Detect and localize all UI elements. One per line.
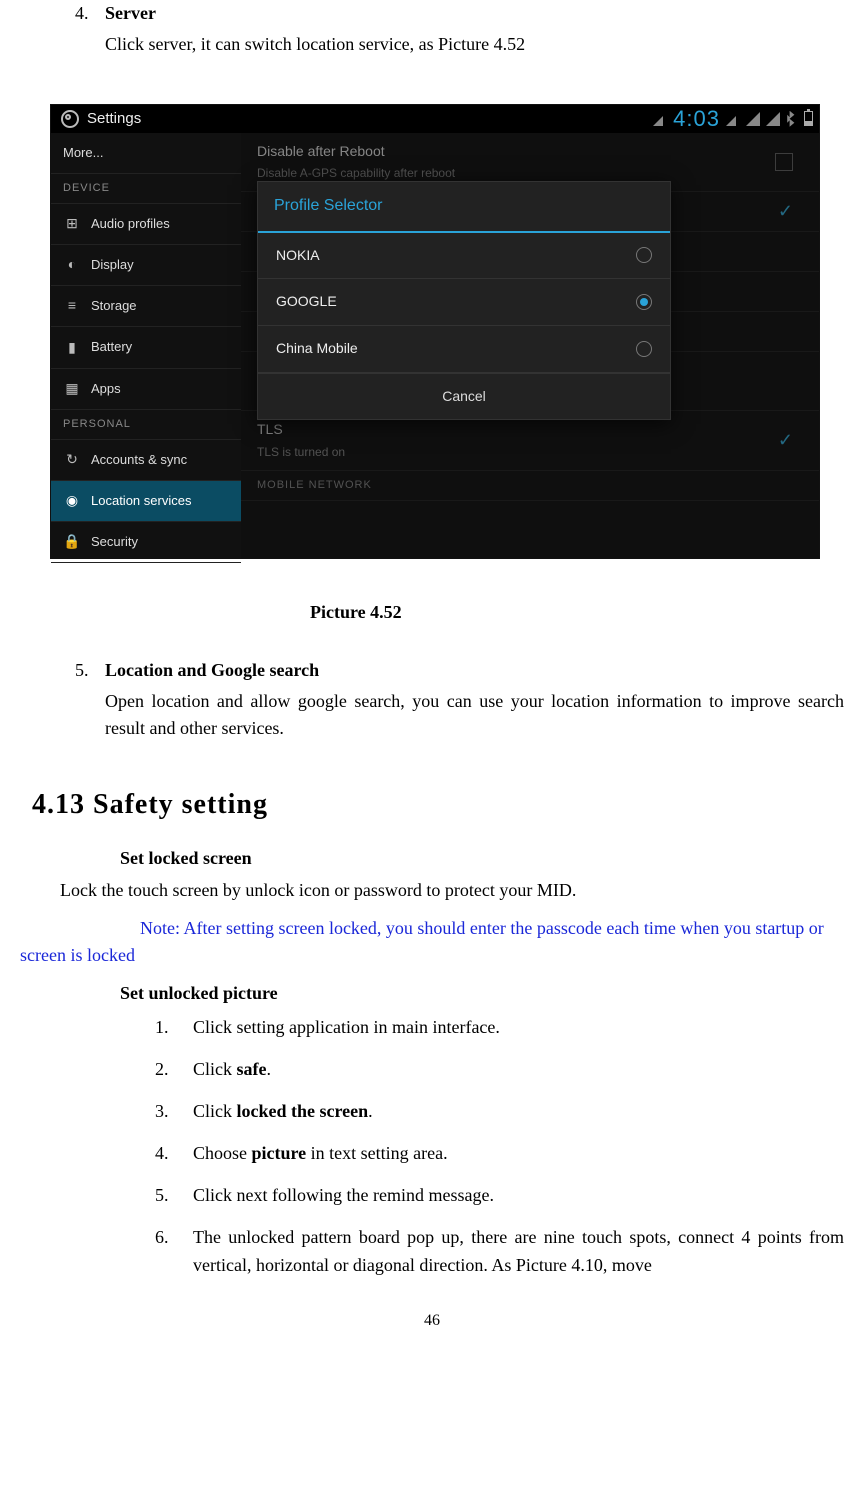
sidebar-location-services[interactable]: ◉ Location services xyxy=(51,481,241,522)
step-number: 1. xyxy=(155,1014,193,1042)
storage-icon: ≡ xyxy=(63,297,81,315)
settings-sidebar: More... DEVICE ⊞ Audio profiles ◐ Displa… xyxy=(51,133,241,558)
sidebar-battery[interactable]: ▮ Battery xyxy=(51,327,241,368)
signal-icon-2 xyxy=(746,112,760,126)
item4-number: 4. xyxy=(75,0,105,28)
para-lock-touch: Lock the touch screen by unlock icon or … xyxy=(60,877,844,905)
dialog-title: Profile Selector xyxy=(258,182,670,233)
section-heading: 4.13 Safety setting xyxy=(32,783,844,826)
step-4: 4. Choose picture in text setting area. xyxy=(155,1140,844,1168)
sidebar-item-label: Display xyxy=(91,255,134,275)
sidebar-display[interactable]: ◐ Display xyxy=(51,245,241,286)
step-text: Click setting application in main interf… xyxy=(193,1014,844,1042)
display-icon: ◐ xyxy=(63,256,81,274)
sidebar-item-label: Audio profiles xyxy=(91,214,170,234)
sidebar-item-label: Location services xyxy=(91,491,191,511)
sync-icon: ↻ xyxy=(63,451,81,469)
sidebar-more-label: More... xyxy=(63,143,103,163)
item5-title: Location and Google search xyxy=(105,657,319,685)
item4-body: Click server, it can switch location ser… xyxy=(105,31,844,59)
audio-icon: ⊞ xyxy=(63,215,81,233)
content-row-title: TLS xyxy=(257,419,345,441)
radio-unselected[interactable] xyxy=(636,247,652,263)
subhead-set-locked-screen: Set locked screen xyxy=(120,845,844,873)
dialog-option-label: China Mobile xyxy=(276,338,358,360)
settings-icon xyxy=(61,110,79,128)
sidebar-accounts-sync[interactable]: ↻ Accounts & sync xyxy=(51,440,241,481)
sidebar-item-label: Apps xyxy=(91,379,121,399)
sidebar-apps[interactable]: ▦ Apps xyxy=(51,369,241,410)
sidebar-security[interactable]: 🔒 Security xyxy=(51,522,241,563)
content-mobile-network: MOBILE NETWORK xyxy=(241,471,819,501)
clock: 4:03 xyxy=(673,102,720,136)
step-number: 4. xyxy=(155,1140,193,1168)
sidebar-item-label: Storage xyxy=(91,296,137,316)
settings-label: Settings xyxy=(87,107,141,130)
signal-icon-1 xyxy=(726,112,740,126)
dialog-option-nokia[interactable]: NOKIA xyxy=(258,233,670,280)
radio-unselected[interactable] xyxy=(636,341,652,357)
step-text: Click safe. xyxy=(193,1056,844,1084)
step-1: 1. Click setting application in main int… xyxy=(155,1014,844,1042)
apps-icon: ▦ xyxy=(63,380,81,398)
step-number: 5. xyxy=(155,1182,193,1210)
content-row-sub: TLS is turned on xyxy=(257,443,345,462)
subhead-set-unlocked-picture: Set unlocked picture xyxy=(120,980,844,1008)
step-3: 3. Click locked the screen. xyxy=(155,1098,844,1126)
step-text: The unlocked pattern board pop up, there… xyxy=(193,1224,844,1280)
step-5: 5. Click next following the remind messa… xyxy=(155,1182,844,1210)
radio-selected[interactable] xyxy=(636,294,652,310)
checkbox-unchecked[interactable] xyxy=(775,153,793,171)
step-number: 3. xyxy=(155,1098,193,1126)
dialog-cancel-button[interactable]: Cancel xyxy=(258,373,670,420)
signal-icon-3 xyxy=(766,112,780,126)
sidebar-item-label: Accounts & sync xyxy=(91,450,187,470)
sidebar-item-label: Battery xyxy=(91,337,132,357)
settings-screenshot: Settings 4:03 More... DEVICE ⊞ Audi xyxy=(50,104,820,559)
page-number: 46 xyxy=(20,1309,844,1334)
dialog-option-label: NOKIA xyxy=(276,245,320,267)
step-6: 6. The unlocked pattern board pop up, th… xyxy=(155,1224,844,1280)
bluetooth-icon xyxy=(786,111,798,127)
sidebar-item-label: Security xyxy=(91,532,138,552)
sidebar-personal-header: PERSONAL xyxy=(51,410,241,440)
status-bar: Settings 4:03 xyxy=(51,105,819,133)
note-text: Note: After setting screen locked, you s… xyxy=(20,915,844,971)
step-text: Click next following the remind message. xyxy=(193,1182,844,1210)
battery-icon xyxy=(804,111,813,126)
step-text: Click locked the screen. xyxy=(193,1098,844,1126)
item5-body: Open location and allow google search, y… xyxy=(105,688,844,744)
signal-e-icon xyxy=(653,112,667,126)
step-2: 2. Click safe. xyxy=(155,1056,844,1084)
sidebar-device-header: DEVICE xyxy=(51,174,241,204)
sidebar-audio-profiles[interactable]: ⊞ Audio profiles xyxy=(51,204,241,245)
step-text: Choose picture in text setting area. xyxy=(193,1140,844,1168)
profile-selector-dialog: Profile Selector NOKIA GOOGLE China Mobi… xyxy=(257,181,671,421)
step-number: 2. xyxy=(155,1056,193,1084)
figure-caption: Picture 4.52 xyxy=(310,599,844,627)
content-row-title: Disable after Reboot xyxy=(257,141,455,163)
sidebar-more[interactable]: More... xyxy=(51,133,241,174)
dialog-option-label: GOOGLE xyxy=(276,291,337,313)
location-icon: ◉ xyxy=(63,492,81,510)
dialog-option-china-mobile[interactable]: China Mobile xyxy=(258,326,670,373)
battery-menu-icon: ▮ xyxy=(63,338,81,356)
item4-title: Server xyxy=(105,0,156,28)
lock-icon: 🔒 xyxy=(63,533,81,551)
checkmark-icon: ✓ xyxy=(778,198,793,226)
sidebar-storage[interactable]: ≡ Storage xyxy=(51,286,241,327)
item5-number: 5. xyxy=(75,657,105,685)
dialog-option-google[interactable]: GOOGLE xyxy=(258,279,670,326)
step-number: 6. xyxy=(155,1224,193,1280)
checkmark-icon: ✓ xyxy=(778,427,793,455)
